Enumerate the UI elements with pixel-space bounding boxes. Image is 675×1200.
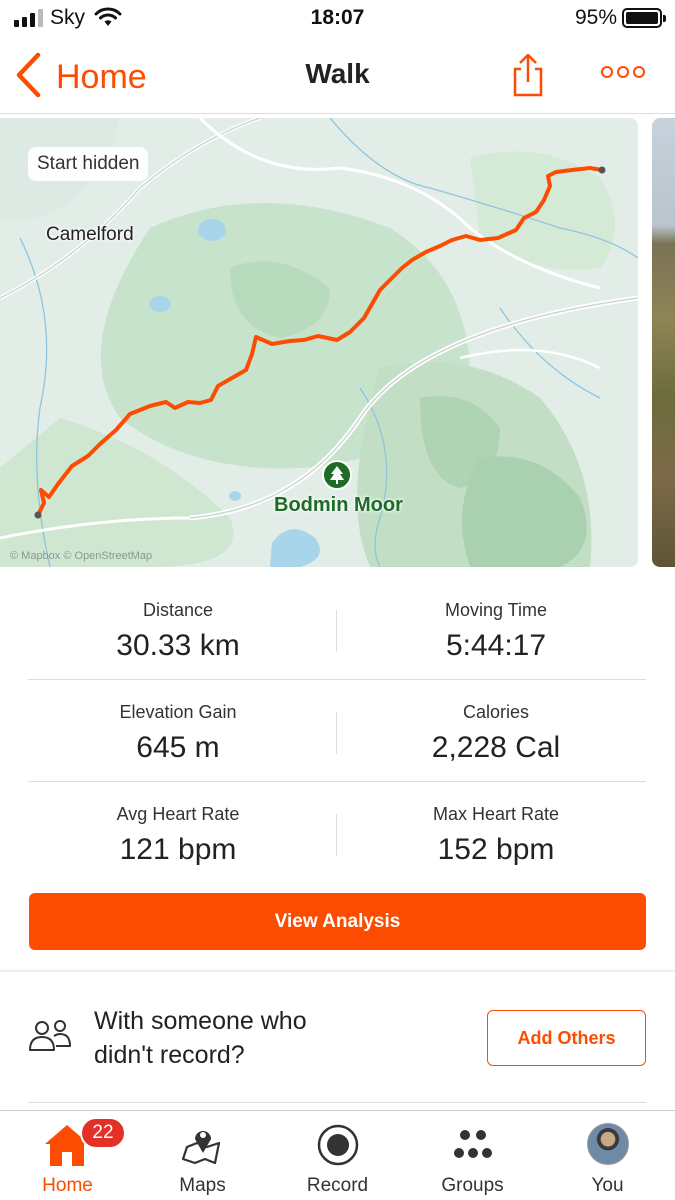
stat-row: Avg Heart Rate 121 bpm Max Heart Rate 15… bbox=[28, 782, 646, 884]
more-icon bbox=[601, 66, 613, 78]
tab-label: Groups bbox=[441, 1175, 504, 1196]
tab-you[interactable]: You bbox=[540, 1111, 675, 1200]
add-others-button[interactable]: Add Others bbox=[487, 1010, 646, 1066]
nav-bar: Home Walk bbox=[0, 40, 675, 114]
groups-icon bbox=[405, 1123, 540, 1167]
stat-value: 152 bpm bbox=[437, 833, 555, 866]
stat-row: Distance 30.33 km Moving Time 5:44:17 bbox=[28, 578, 646, 680]
tab-label: Maps bbox=[179, 1175, 226, 1196]
stat-label: Max Heart Rate bbox=[432, 804, 560, 824]
tab-bar: 22 Home Maps Record Groups You bbox=[0, 1110, 675, 1200]
section-divider bbox=[0, 970, 675, 972]
tree-icon bbox=[322, 460, 352, 490]
status-bar: Sky 18:07 95% bbox=[0, 0, 675, 40]
with-someone-line-2: didn't record? bbox=[94, 1041, 245, 1069]
share-button[interactable] bbox=[510, 52, 546, 103]
with-someone-line-1: With someone who bbox=[94, 1007, 307, 1035]
record-icon bbox=[270, 1123, 405, 1167]
tab-label: Home bbox=[42, 1175, 93, 1196]
start-hidden-label: Start hidden bbox=[28, 147, 149, 181]
back-label: Home bbox=[56, 58, 147, 96]
back-button[interactable]: Home bbox=[14, 52, 147, 103]
notification-badge: 22 bbox=[80, 1117, 126, 1149]
map-attribution[interactable]: © Mapbox © OpenStreetMap bbox=[10, 550, 152, 562]
route-map[interactable]: Start hidden Camelford Bodmin Moor © Map… bbox=[0, 118, 638, 567]
stat-label: Moving Time bbox=[444, 600, 548, 620]
map-place-bodmin-moor: Bodmin Moor bbox=[274, 494, 403, 516]
stat-elevation-gain: Elevation Gain 645 m bbox=[28, 680, 328, 765]
tab-home[interactable]: 22 Home bbox=[0, 1111, 135, 1200]
stat-value: 645 m bbox=[136, 731, 220, 764]
tab-groups[interactable]: Groups bbox=[405, 1111, 540, 1200]
with-someone-prompt: With someone who didn't record? bbox=[94, 1004, 307, 1072]
people-icon bbox=[28, 1018, 72, 1059]
stats-grid: Distance 30.33 km Moving Time 5:44:17 El… bbox=[28, 578, 646, 884]
stat-distance: Distance 30.33 km bbox=[28, 578, 328, 663]
stat-max-heart-rate: Max Heart Rate 152 bpm bbox=[346, 782, 646, 867]
stat-row: Elevation Gain 645 m Calories 2,228 Cal bbox=[28, 680, 646, 782]
avatar bbox=[586, 1123, 629, 1165]
tab-record[interactable]: Record bbox=[270, 1111, 405, 1200]
divider bbox=[336, 610, 337, 652]
stat-value: 121 bpm bbox=[119, 833, 237, 866]
battery-icon bbox=[622, 8, 666, 28]
battery-percent: 95% bbox=[574, 6, 617, 29]
stat-label: Calories bbox=[462, 702, 530, 722]
divider bbox=[336, 814, 337, 856]
photo-thumbnail[interactable] bbox=[652, 118, 675, 567]
view-analysis-button[interactable]: View Analysis bbox=[29, 893, 646, 950]
stat-value: 2,228 Cal bbox=[431, 731, 561, 764]
stat-label: Avg Heart Rate bbox=[116, 804, 240, 824]
stat-value: 5:44:17 bbox=[445, 629, 547, 662]
tab-maps[interactable]: Maps bbox=[135, 1111, 270, 1200]
stat-label: Elevation Gain bbox=[119, 702, 237, 722]
divider bbox=[336, 712, 337, 754]
map-place-camelford: Camelford bbox=[46, 224, 134, 245]
stat-moving-time: Moving Time 5:44:17 bbox=[346, 578, 646, 663]
stat-label: Distance bbox=[142, 600, 214, 620]
section-divider bbox=[28, 1102, 646, 1103]
stat-value: 30.33 km bbox=[116, 629, 240, 662]
tab-label: You bbox=[591, 1175, 624, 1196]
maps-icon bbox=[135, 1123, 270, 1167]
stat-avg-heart-rate: Avg Heart Rate 121 bpm bbox=[28, 782, 328, 867]
tab-label: Record bbox=[306, 1175, 369, 1196]
clock: 18:07 bbox=[310, 6, 365, 29]
share-icon bbox=[510, 53, 546, 102]
stat-calories: Calories 2,228 Cal bbox=[346, 680, 646, 765]
more-button[interactable] bbox=[601, 66, 645, 78]
chevron-left-icon bbox=[14, 52, 42, 103]
